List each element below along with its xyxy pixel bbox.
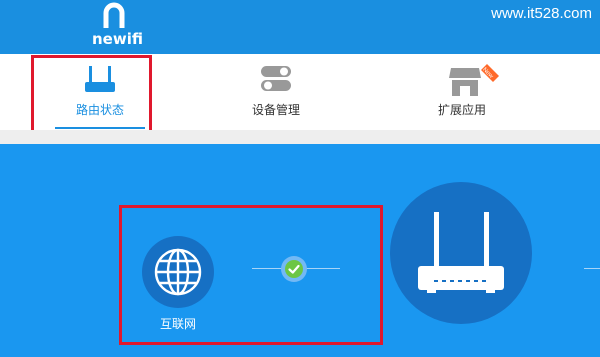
globe-icon [154, 248, 202, 296]
brand-name: newifi [92, 30, 143, 48]
router-node[interactable] [390, 182, 532, 324]
main-nav: 路由状态 设备管理 New 扩展应用 [0, 54, 600, 130]
nav-item-router-status[interactable]: 路由状态 [40, 54, 160, 130]
check-icon [288, 264, 300, 274]
toggle-switches-icon [261, 66, 291, 91]
connection-line-right [584, 268, 600, 269]
newifi-logo[interactable]: newifi [92, 2, 143, 52]
router-icon [418, 212, 504, 293]
internet-label: 互联网 [159, 317, 196, 331]
nav-label-extended-apps: 扩展应用 [437, 103, 486, 117]
internet-node[interactable] [142, 236, 214, 308]
top-header: newifi www.it528.com [0, 0, 600, 54]
new-badge: New [481, 64, 499, 82]
nav-label-router-status: 路由状态 [75, 103, 124, 117]
active-tab-underline [55, 127, 145, 129]
watermark-text: www.it528.com [491, 5, 592, 22]
section-divider [0, 130, 600, 144]
nav-label-device-management: 设备管理 [251, 103, 300, 117]
check-icon-bg [285, 260, 303, 278]
nav-item-extended-apps[interactable]: New 扩展应用 [402, 54, 522, 130]
connection-status [281, 256, 307, 282]
router-icon [85, 66, 115, 92]
nav-item-device-management[interactable]: 设备管理 [216, 54, 336, 130]
logo-mark-icon [103, 2, 125, 28]
store-icon: New [449, 64, 499, 96]
